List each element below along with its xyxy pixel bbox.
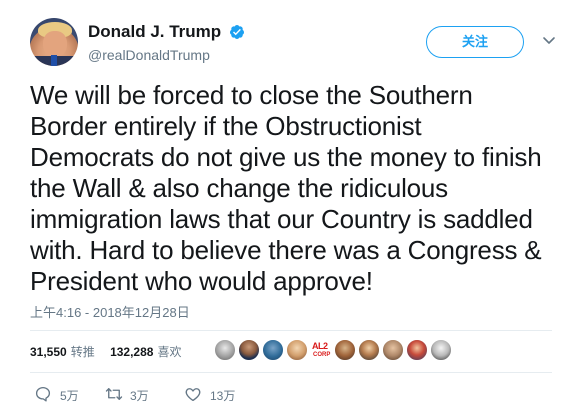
retweets-label: 转推 — [70, 345, 95, 359]
heart-icon — [185, 388, 201, 402]
retweets-count: 31,550 — [30, 345, 67, 359]
like-count: 13万 — [210, 389, 236, 403]
chevron-down-icon[interactable] — [542, 36, 556, 46]
retweet-count: 3万 — [130, 389, 149, 403]
liker-avatar-9[interactable] — [406, 339, 428, 361]
tweet-header: Donald J. Trump @realDonaldTrump 关注 — [30, 18, 560, 74]
avatar-tie — [51, 55, 57, 66]
tweet-text-line: We will be forced to close the Southern — [30, 80, 473, 110]
tweet-actions: 5万 3万 13万 — [30, 384, 430, 404]
reply-icon — [35, 386, 51, 402]
reply-count: 5万 — [60, 389, 79, 403]
verified-badge-icon — [229, 25, 244, 39]
tweet-stats: 31,550 转推 132,288 喜欢 — [30, 343, 193, 360]
liker-avatar-10[interactable] — [430, 339, 452, 361]
liker-avatar-8[interactable] — [382, 339, 404, 361]
avatar-face — [43, 31, 67, 57]
likes-label: 喜欢 — [157, 345, 182, 359]
retweets-stat[interactable]: 31,550 转推 — [30, 343, 95, 360]
tweet-text-line: the Wall & also change the ridiculous — [30, 173, 448, 203]
tweet-text-line: Border entirely if the Obstructionist — [30, 111, 422, 141]
divider — [30, 372, 552, 373]
retweet-icon — [105, 388, 123, 400]
liker-avatar-5[interactable]: AL2 CORP — [310, 339, 332, 361]
liker-avatar-7[interactable] — [358, 339, 380, 361]
tweet-timestamp[interactable]: 上午4:16 - 2018年12月28日 — [30, 302, 190, 321]
tweet-text-line: with. Hard to believe there was a Congre… — [30, 235, 542, 265]
tweet-text-line: Democrats do not give us the money to fi… — [30, 142, 542, 172]
author-display-name[interactable]: Donald J. Trump — [88, 22, 221, 42]
liker-avatar-5-logo-subtext: CORP — [313, 352, 331, 358]
follow-button[interactable]: 关注 — [426, 26, 524, 58]
liker-avatar-6[interactable] — [334, 339, 356, 361]
reply-button[interactable]: 5万 — [34, 384, 94, 404]
liker-avatar-3[interactable] — [262, 339, 284, 361]
tweet-text: We will be forced to close the Southern … — [30, 80, 555, 297]
liker-avatar-4[interactable] — [286, 339, 308, 361]
liker-avatar-2[interactable] — [238, 339, 260, 361]
tweet-card: Donald J. Trump @realDonaldTrump 关注 We w… — [0, 0, 580, 410]
divider — [30, 330, 552, 331]
author-handle[interactable]: @realDonaldTrump — [88, 47, 245, 63]
likes-count: 132,288 — [110, 345, 154, 359]
liker-avatar-5-logo-text: AL2 — [312, 341, 328, 351]
tweet-text-line: President who would approve! — [30, 266, 373, 296]
author-avatar[interactable] — [30, 18, 78, 66]
retweet-button[interactable]: 3万 — [104, 384, 164, 404]
author-names: Donald J. Trump @realDonaldTrump — [88, 22, 245, 63]
liker-avatar-1[interactable] — [214, 339, 236, 361]
like-button[interactable]: 13万 — [184, 384, 254, 404]
likes-stat[interactable]: 132,288 喜欢 — [110, 343, 181, 360]
tweet-text-line: immigration laws that our Country is sad… — [30, 204, 533, 234]
